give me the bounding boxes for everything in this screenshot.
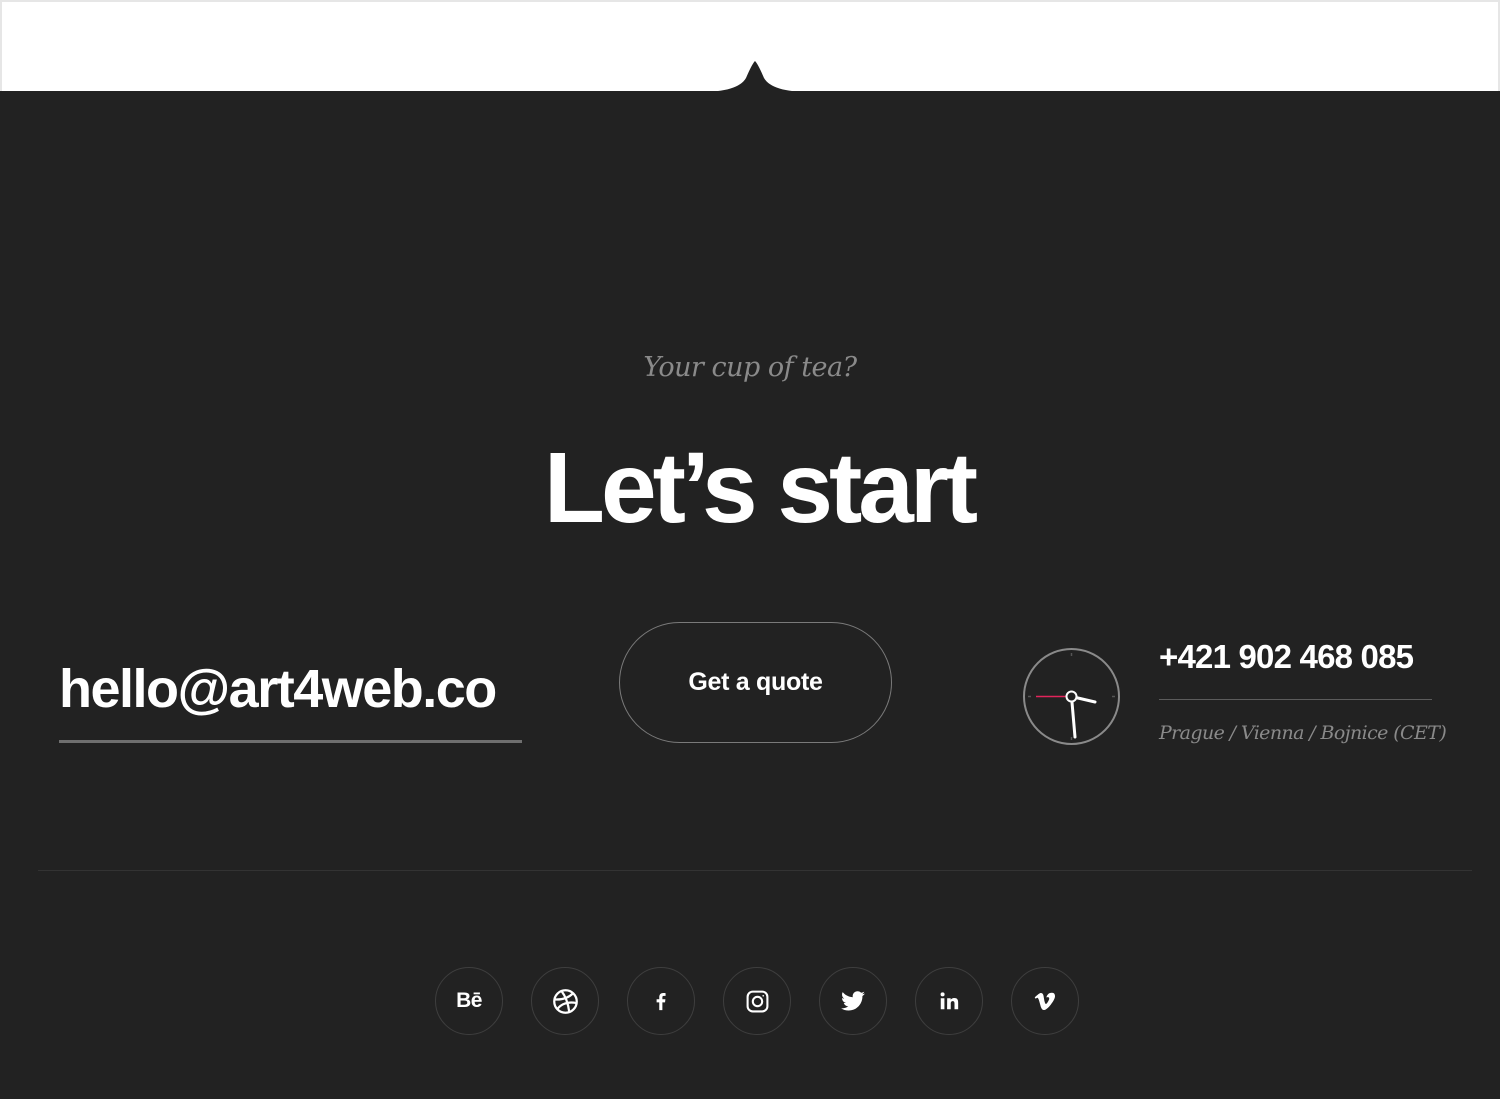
- phone-link[interactable]: +421 902 468 085: [1159, 636, 1432, 678]
- twitter-icon: [841, 991, 865, 1011]
- office-locations: Prague / Vienna / Bojnice (CET): [1159, 722, 1447, 744]
- linkedin-button[interactable]: [915, 967, 983, 1035]
- behance-button[interactable]: Bē: [435, 967, 503, 1035]
- scroll-notch: [700, 61, 810, 94]
- contact-footer: [0, 91, 1500, 1099]
- page-title: Let’s start: [543, 432, 978, 544]
- twitter-button[interactable]: [819, 967, 887, 1035]
- phone-divider: [1159, 699, 1432, 700]
- tagline: Your cup of tea?: [643, 352, 857, 383]
- get-a-quote-button[interactable]: Get a quote: [619, 622, 892, 743]
- dribbble-icon: [552, 988, 578, 1014]
- instagram-button[interactable]: [723, 967, 791, 1035]
- clock-icon: [1023, 648, 1120, 745]
- dribbble-button[interactable]: [531, 967, 599, 1035]
- instagram-icon: [746, 990, 768, 1012]
- linkedin-icon: [940, 992, 959, 1010]
- vimeo-icon: [1034, 992, 1056, 1010]
- email-link[interactable]: hello@art4web.co: [59, 654, 522, 724]
- facebook-button[interactable]: [627, 967, 695, 1035]
- email-underline: [59, 740, 522, 743]
- facebook-icon: [656, 993, 666, 1011]
- social-links: Bē: [435, 967, 1079, 1035]
- footer-divider: [38, 870, 1472, 871]
- behance-icon: Bē: [456, 989, 482, 1012]
- vimeo-button[interactable]: [1011, 967, 1079, 1035]
